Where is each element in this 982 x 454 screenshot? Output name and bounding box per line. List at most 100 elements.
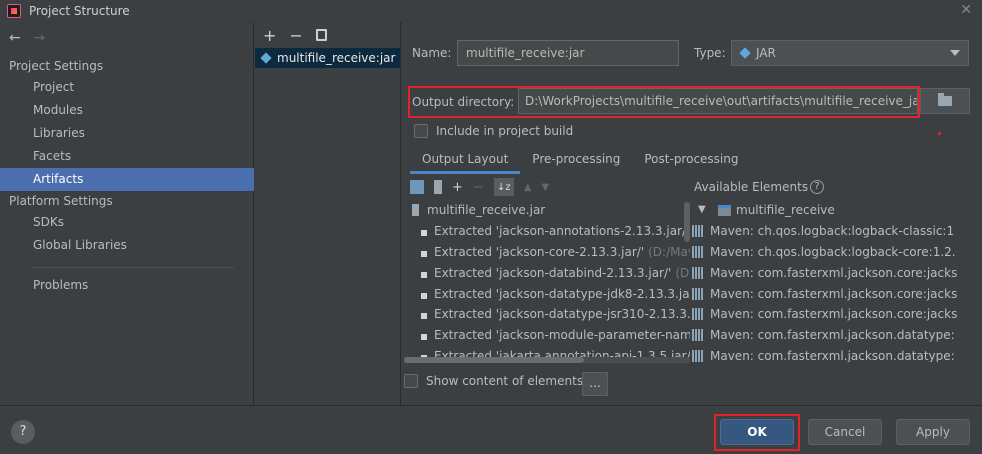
chevron-down-icon xyxy=(950,50,960,56)
sidebar-item-project[interactable]: Project xyxy=(0,76,254,99)
list-item[interactable]: Maven: com.fasterxml.jackson.datatype: xyxy=(692,346,982,362)
sidebar-item-global-libraries[interactable]: Global Libraries xyxy=(0,234,254,257)
add-artifact-icon[interactable]: + xyxy=(263,26,276,45)
scrollbar-thumb[interactable] xyxy=(404,357,584,363)
sidebar-item-sdks[interactable]: SDKs xyxy=(0,211,254,234)
sidebar-item-modules[interactable]: Modules xyxy=(0,99,254,122)
list-item[interactable]: Maven: com.fasterxml.jackson.datatype: xyxy=(692,325,982,346)
output-directory-label: Output directory: xyxy=(412,95,515,109)
list-item-label: Maven: com.fasterxml.jackson.datatype: xyxy=(710,348,955,362)
output-directory-input[interactable]: D:\WorkProjects\multifile_receive\out\ar… xyxy=(518,88,918,114)
annotation-dot xyxy=(938,132,941,135)
tab-output-layout[interactable]: Output Layout xyxy=(410,148,521,174)
library-icon xyxy=(692,225,704,238)
artifact-details: Name: multifile_receive:jar Type: JAR Ou… xyxy=(402,22,982,405)
ok-button[interactable]: OK xyxy=(720,419,794,445)
tree-row-label: Extracted 'jackson-datatype-jsr310-2.13.… xyxy=(434,307,690,322)
list-item-label: Maven: com.fasterxml.jackson.core:jacks xyxy=(710,286,958,301)
tab-post-processing[interactable]: Post-processing xyxy=(632,148,750,174)
artifact-tabs: Output Layout Pre-processing Post-proces… xyxy=(410,148,750,174)
library-icon xyxy=(692,349,704,362)
cancel-button[interactable]: Cancel xyxy=(808,419,882,445)
browse-folder-button[interactable] xyxy=(920,88,970,114)
list-item[interactable]: Maven: ch.qos.logback:logback-classic:1 xyxy=(692,221,982,242)
type-label: Type: xyxy=(694,46,726,60)
tree-row[interactable]: Extracted 'jackson-core-2.13.3.jar/' (D:/… xyxy=(402,242,690,263)
library-icon xyxy=(692,329,704,342)
tree-row[interactable]: Extracted 'jackson-datatype-jdk8-2.13.3.… xyxy=(402,283,690,304)
list-item-label: Maven: com.fasterxml.jackson.core:jacks xyxy=(710,265,958,280)
chevron-down-icon[interactable]: ▼ xyxy=(698,200,708,220)
tree-root-label: multifile_receive.jar xyxy=(427,203,546,218)
include-in-build-checkbox[interactable] xyxy=(414,124,428,138)
jar-icon xyxy=(412,204,419,217)
available-elements-tree[interactable]: ▼ multifile_receive Maven: ch.qos.logbac… xyxy=(692,200,982,362)
create-directory-icon[interactable] xyxy=(410,180,424,194)
artifacts-list-pane: + − multifile_receive:jar xyxy=(255,22,401,405)
tree-row[interactable]: Extracted 'jackson-annotations-2.13.3.ja… xyxy=(402,221,690,242)
horizontal-scrollbar[interactable] xyxy=(404,357,690,363)
list-item-label: Maven: ch.qos.logback:logback-core:1.2. xyxy=(710,244,956,259)
back-arrow-icon[interactable]: ← xyxy=(9,30,21,46)
module-icon xyxy=(718,204,731,216)
remove-element-icon[interactable]: − xyxy=(473,180,484,195)
module-label: multifile_receive xyxy=(736,203,835,218)
add-archive-icon[interactable] xyxy=(434,180,442,194)
layout-toolbar: + − ↓z ▲ ▼ xyxy=(402,174,688,200)
tree-row-label: Extracted 'jackson-databind-2.13.3.jar/' xyxy=(434,265,672,280)
list-item[interactable]: Maven: ch.qos.logback:logback-core:1.2. xyxy=(692,242,982,263)
folder-icon xyxy=(938,93,952,106)
tree-row[interactable]: Extracted 'jackson-module-parameter-name xyxy=(402,325,690,346)
tree-row[interactable]: Extracted 'jackson-databind-2.13.3.jar/'… xyxy=(402,262,690,283)
artifact-list-item[interactable]: multifile_receive:jar xyxy=(255,48,400,68)
include-in-build-label: Include in project build xyxy=(436,124,574,138)
tree-root[interactable]: multifile_receive.jar xyxy=(402,200,690,221)
available-elements-title: Available Elements xyxy=(694,180,809,194)
available-elements-header: Available Elements ? xyxy=(694,180,825,194)
list-item[interactable]: Maven: com.fasterxml.jackson.core:jacks xyxy=(692,304,982,325)
sidebar-item-problems[interactable]: Problems xyxy=(0,274,254,297)
list-item-label: Maven: com.fasterxml.jackson.core:jacks xyxy=(710,307,958,322)
title-bar: Project Structure ✕ xyxy=(0,0,982,22)
list-item[interactable]: Maven: com.fasterxml.jackson.core:jacks xyxy=(692,262,982,283)
list-item-label: Maven: ch.qos.logback:logback-classic:1 xyxy=(710,224,955,239)
tree-row-label: Extracted 'jackson-core-2.13.3.jar/' xyxy=(434,244,645,259)
tree-row-label: Extracted 'jackson-datatype-jdk8-2.13.3.… xyxy=(434,286,690,301)
library-icon xyxy=(692,266,704,279)
move-down-icon[interactable]: ▼ xyxy=(542,182,550,193)
show-content-row: Show content of elements xyxy=(404,374,583,388)
tree-row-label: Extracted 'jackson-annotations-2.13.3.ja… xyxy=(434,224,690,239)
sort-icon[interactable]: ↓z xyxy=(493,178,514,196)
copy-artifact-icon[interactable] xyxy=(315,29,327,41)
help-icon[interactable]: ? xyxy=(810,180,825,194)
sidebar-divider xyxy=(33,267,234,268)
tab-pre-processing[interactable]: Pre-processing xyxy=(520,148,632,174)
tree-row[interactable]: Extracted 'jackson-datatype-jsr310-2.13.… xyxy=(402,304,690,325)
name-input[interactable]: multifile_receive:jar xyxy=(457,40,679,66)
sidebar-group-platform-settings: Platform Settings xyxy=(9,194,113,208)
remove-artifact-icon[interactable]: − xyxy=(289,26,302,45)
module-row[interactable]: ▼ multifile_receive xyxy=(692,200,982,221)
show-content-options-button[interactable]: ... xyxy=(582,372,608,396)
output-layout-tree[interactable]: multifile_receive.jar Extracted 'jackson… xyxy=(402,200,690,362)
artifact-list-item-label: multifile_receive:jar xyxy=(277,51,396,65)
list-item[interactable]: Maven: com.fasterxml.jackson.core:jacks xyxy=(692,283,982,304)
apply-button[interactable]: Apply xyxy=(896,419,970,445)
move-up-icon[interactable]: ▲ xyxy=(524,182,532,193)
type-select[interactable]: JAR xyxy=(731,40,969,66)
library-icon xyxy=(692,287,704,300)
sidebar-item-facets[interactable]: Facets xyxy=(0,145,254,168)
close-icon[interactable]: ✕ xyxy=(960,2,972,18)
nav-arrows: ← → xyxy=(9,30,45,46)
window-title: Project Structure xyxy=(29,4,130,18)
sidebar-item-artifacts[interactable]: Artifacts xyxy=(0,168,254,191)
dialog-footer: ? OK Cancel Apply xyxy=(0,405,982,454)
sidebar-item-libraries[interactable]: Libraries xyxy=(0,122,254,145)
show-content-label: Show content of elements xyxy=(426,374,584,388)
forward-arrow-icon[interactable]: → xyxy=(33,30,45,46)
add-element-icon[interactable]: + xyxy=(452,180,463,195)
show-content-checkbox[interactable] xyxy=(404,374,418,388)
help-button[interactable]: ? xyxy=(11,420,35,444)
output-tree-scrollbar[interactable] xyxy=(684,202,690,242)
jar-artifact-icon xyxy=(261,53,271,63)
